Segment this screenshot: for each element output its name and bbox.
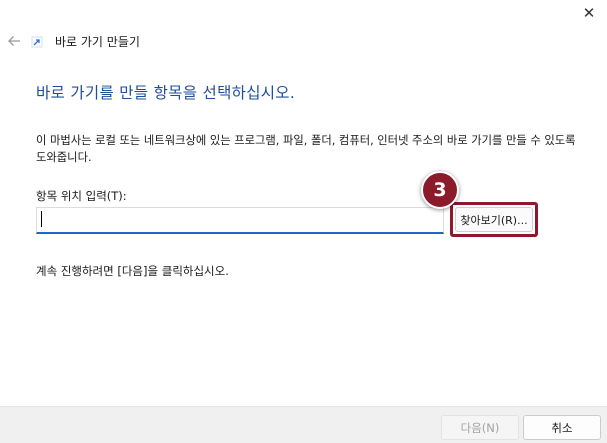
wizard-description: 이 마법사는 로컬 또는 네트워크상에 있는 프로그램, 파일, 폴더, 컴퓨터…	[36, 134, 576, 164]
page-heading: 바로 가기를 만들 항목을 선택하십시오.	[36, 84, 296, 102]
location-field-label: 항목 위치 입력(T):	[36, 189, 127, 203]
step-number-badge: 3	[421, 171, 459, 209]
cancel-button[interactable]: 취소	[523, 415, 601, 440]
close-icon: ✕	[582, 4, 596, 22]
wizard-header: 바로 가기 만들기	[0, 28, 607, 56]
text-caret	[41, 211, 42, 227]
next-button[interactable]: 다음(N)	[441, 415, 519, 440]
back-button[interactable]	[3, 28, 25, 54]
close-button[interactable]: ✕	[571, 0, 607, 26]
title-bar: ✕	[0, 0, 607, 30]
browse-button[interactable]: 찾아보기(R)...	[455, 207, 533, 232]
wizard-title: 바로 가기 만들기	[55, 35, 140, 49]
location-input[interactable]	[36, 207, 444, 234]
continue-hint: 계속 진행하려면 [다음]을 클릭하십시오.	[36, 264, 229, 278]
arrow-left-icon	[8, 36, 20, 46]
shortcut-wizard-icon	[31, 36, 43, 48]
